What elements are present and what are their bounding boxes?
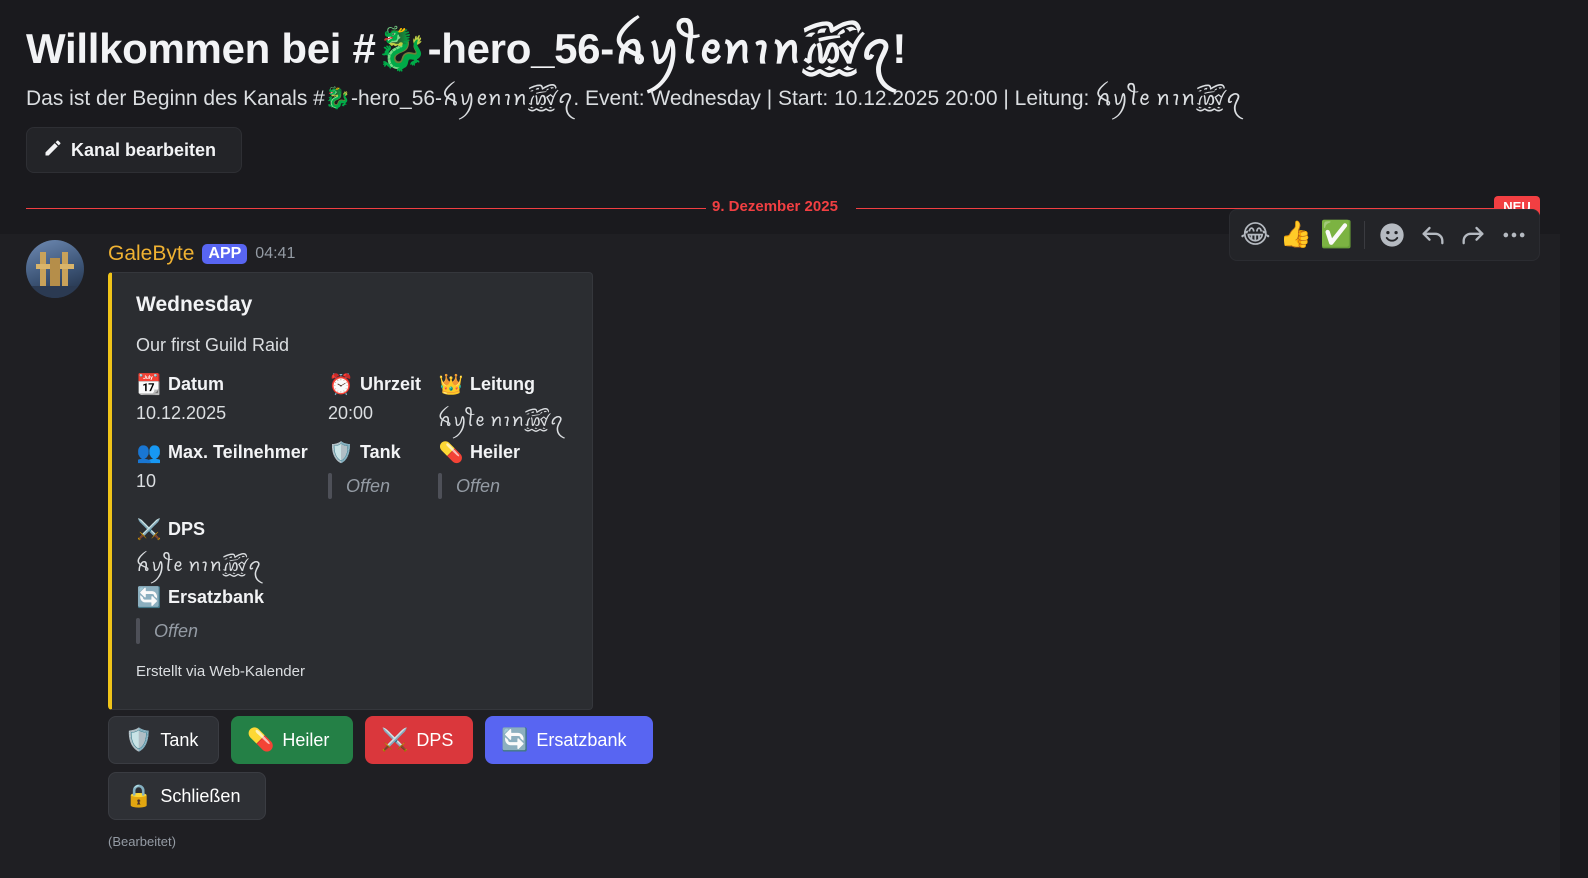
field-max-name: Max. Teilnehmer	[168, 441, 308, 462]
edit-channel-button[interactable]: Kanal bearbeiten	[26, 127, 242, 173]
crossed-swords-icon: ⚔️	[136, 518, 162, 541]
divider-date-label: 9. Dezember 2025	[712, 198, 838, 215]
field-uhrzeit-name: Uhrzeit	[360, 373, 422, 394]
alarm-clock-icon: ⏰	[328, 373, 354, 396]
lock-icon: 🔒	[125, 783, 153, 808]
app-tag: APP	[202, 244, 248, 264]
embed-footer: Erstellt via Web-Kalender	[136, 663, 305, 680]
refresh-icon: 🔄	[136, 586, 162, 609]
field-datum-value: 10.12.2025	[136, 403, 227, 423]
channel-view: Willkommen bei #🐉-hero_56-ꫝꪗꪻꫀꪀꪱꪀ꫞ꪖ! Das…	[0, 0, 1588, 878]
embed-description: Our first Guild Raid	[136, 335, 290, 355]
field-tank-name: Tank	[360, 441, 401, 462]
divider-line-left	[26, 208, 706, 209]
edit-channel-label: Kanal bearbeiten	[71, 139, 217, 160]
field-datum-name: Datum	[168, 373, 225, 394]
message-timestamp[interactable]: 04:41	[255, 245, 295, 263]
field-leitung-name: Leitung	[470, 373, 535, 394]
message-header: GaleByte APP 04:41	[108, 238, 295, 270]
more-options-icon[interactable]	[1494, 215, 1533, 255]
crown-icon: 👑	[438, 373, 464, 396]
event-embed: Wednesday Our first Guild Raid 📆 Datum 10…	[108, 272, 593, 710]
field-heiler: 💊 Heiler Offen	[438, 439, 520, 499]
heiler-button[interactable]: 💊 Heiler	[231, 716, 353, 764]
field-leitung: 👑 Leitung ꫝꪗꪻꫀ ꪀꪱꪀ꫞ꪖ	[438, 371, 564, 441]
reaction-check-button[interactable]: ✅	[1317, 215, 1356, 255]
field-tank-value: Offen	[346, 475, 391, 496]
field-datum: 📆 Datum 10.12.2025	[136, 371, 226, 424]
field-max-teilnehmer: 👥 Max. Teilnehmer 10	[136, 439, 308, 492]
field-heiler-name: Heiler	[470, 441, 521, 462]
field-ersatzbank-value: Offen	[154, 620, 199, 641]
field-ersatzbank: 🔄 Ersatzbank Offen	[136, 584, 264, 644]
message-toolbar: 😂 👍 ✅	[1229, 209, 1540, 261]
quote-bar	[328, 473, 332, 499]
tank-button[interactable]: 🛡️ Tank	[108, 716, 219, 764]
crossed-swords-icon: ⚔️	[381, 727, 409, 752]
reaction-thumbsup-button[interactable]: 👍	[1277, 215, 1316, 255]
pill-icon: 💊	[247, 727, 275, 752]
calendar-icon: 📆	[136, 373, 162, 396]
edited-marker: (Bearbeitet)	[108, 834, 176, 849]
avatar[interactable]	[26, 240, 84, 298]
field-tank: 🛡️ Tank Offen	[328, 439, 401, 499]
dps-button-label: DPS	[416, 729, 454, 750]
pill-icon: 💊	[438, 441, 464, 464]
people-icon: 👥	[136, 441, 162, 464]
ersatzbank-button[interactable]: 🔄 Ersatzbank	[485, 716, 653, 764]
reaction-laugh-button[interactable]: 😂	[1236, 215, 1275, 255]
shield-icon: 🛡️	[328, 441, 354, 464]
field-max-value: 10	[136, 471, 157, 491]
forward-icon[interactable]	[1454, 215, 1493, 255]
channel-welcome-subtitle: Das ist der Beginn des Kanals #🐉-hero_56…	[26, 87, 1242, 110]
close-signup-button-label: Schließen	[160, 785, 241, 806]
ersatzbank-button-label: Ersatzbank	[536, 729, 627, 750]
field-dps-value: ꫝꪗꪻꫀ ꪀꪱꪀ꫞ꪖ	[136, 555, 262, 575]
pencil-icon	[43, 138, 63, 163]
field-heiler-value: Offen	[456, 475, 501, 496]
dps-button[interactable]: ⚔️ DPS	[365, 716, 473, 764]
refresh-icon: 🔄	[501, 727, 529, 752]
reply-icon[interactable]	[1413, 215, 1452, 255]
field-uhrzeit: ⏰ Uhrzeit 20:00	[328, 371, 421, 424]
heiler-button-label: Heiler	[282, 729, 330, 750]
field-dps-name: DPS	[168, 518, 206, 539]
quote-bar	[438, 473, 442, 499]
quote-bar	[136, 618, 140, 644]
field-ersatzbank-name: Ersatzbank	[168, 586, 265, 607]
field-uhrzeit-value: 20:00	[328, 403, 374, 423]
close-signup-button[interactable]: 🔒 Schließen	[108, 772, 266, 820]
tank-button-label: Tank	[160, 729, 199, 750]
embed-title: Wednesday	[136, 293, 253, 316]
add-reaction-icon[interactable]	[1373, 215, 1412, 255]
author-name[interactable]: GaleByte	[108, 242, 194, 266]
field-leitung-value: ꫝꪗꪻꫀ ꪀꪱꪀ꫞ꪖ	[438, 410, 564, 430]
toolbar-separator	[1363, 221, 1365, 249]
shield-icon: 🛡️	[125, 727, 153, 752]
field-dps: ⚔️ DPS ꫝꪗꪻꫀ ꪀꪱꪀ꫞ꪖ	[136, 516, 262, 586]
